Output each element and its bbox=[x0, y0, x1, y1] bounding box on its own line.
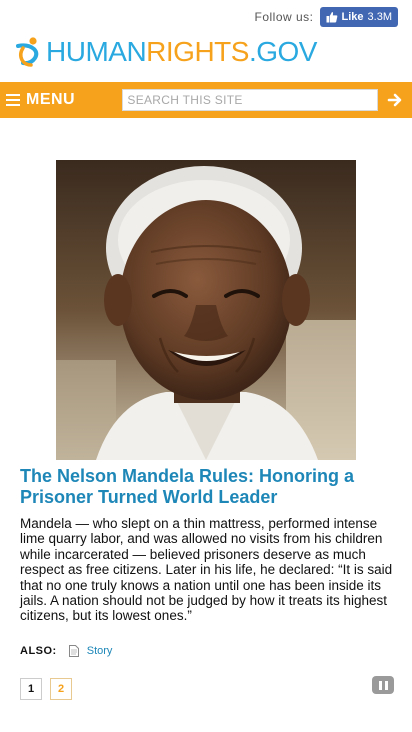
pause-icon-bar bbox=[384, 680, 388, 690]
slide-pager: 1 2 bbox=[20, 678, 72, 700]
page-button-2[interactable]: 2 bbox=[50, 678, 72, 700]
search-input[interactable] bbox=[122, 89, 379, 111]
document-icon bbox=[68, 645, 79, 657]
facebook-like-button[interactable]: Like 3.3M bbox=[319, 7, 398, 27]
follow-label: Follow us: bbox=[254, 10, 314, 24]
story-photo[interactable] bbox=[56, 160, 356, 460]
social-bar: Follow us: Like 3.3M bbox=[254, 6, 398, 28]
facebook-like-label: Like bbox=[341, 11, 364, 23]
menu-label: MENU bbox=[26, 91, 76, 108]
portrait-image bbox=[56, 160, 356, 460]
also-row: ALSO: Story bbox=[20, 645, 112, 657]
menu-button[interactable]: MENU bbox=[6, 91, 122, 109]
also-label: ALSO: bbox=[20, 645, 57, 657]
search-submit-button[interactable] bbox=[384, 89, 406, 111]
hamburger-icon bbox=[6, 94, 20, 106]
logo-figure-icon bbox=[16, 37, 39, 67]
also-story-link[interactable]: Story bbox=[87, 645, 113, 657]
logo-human: HUMAN bbox=[46, 36, 147, 67]
story-headline[interactable]: The Nelson Mandela Rules: Honoring a Pri… bbox=[20, 466, 392, 508]
logo-gov: .GOV bbox=[248, 36, 318, 67]
pause-button[interactable] bbox=[372, 676, 394, 694]
facebook-like-count: 3.3M bbox=[367, 11, 392, 23]
thumbs-up-icon bbox=[326, 12, 337, 23]
logo-rights: RIGHTS bbox=[146, 36, 249, 67]
site-logo[interactable]: HUMANRIGHTS.GOV bbox=[14, 34, 317, 70]
page-button-1[interactable]: 1 bbox=[20, 678, 42, 700]
story-summary: Mandela — who slept on a thin mattress, … bbox=[20, 516, 393, 624]
logo-wordmark: HUMANRIGHTS.GOV bbox=[46, 38, 317, 66]
arrow-right-icon bbox=[387, 93, 402, 107]
pause-icon bbox=[378, 680, 382, 690]
main-navbar: MENU bbox=[0, 82, 412, 118]
